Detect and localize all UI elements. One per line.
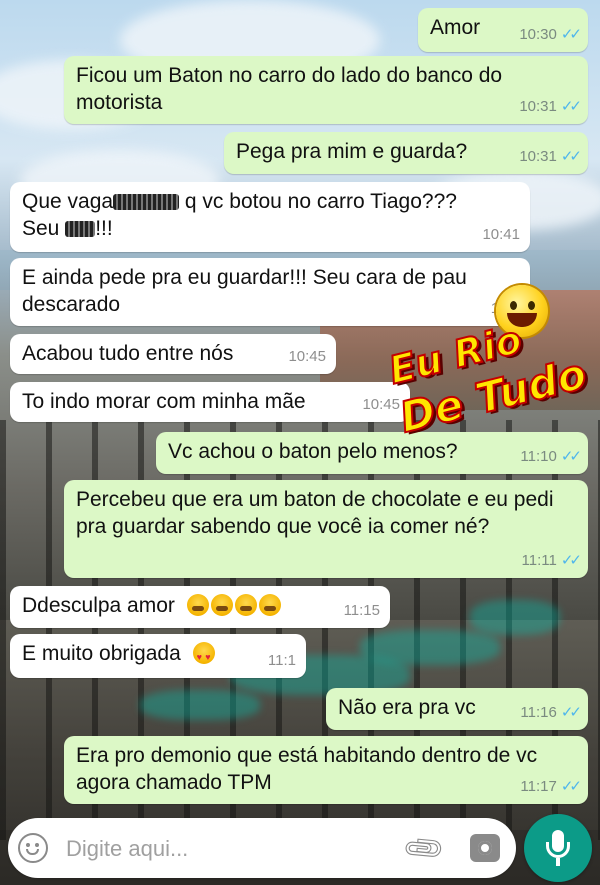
message-time: 10:41	[482, 226, 520, 243]
message-bubble-incoming[interactable]: Que vaga q vc botou no carro Tiago??? Seu…	[10, 182, 530, 252]
read-receipt-icon: ✓✓	[560, 448, 582, 465]
message-bubble-outgoing[interactable]: Amor 10:30 ✓✓	[418, 8, 588, 52]
read-receipt-icon: ✓✓	[560, 98, 582, 115]
message-bubble-outgoing[interactable]: Pega pra mim e guarda? 10:31 ✓✓	[224, 132, 588, 174]
heart-eyes-emoji	[192, 642, 215, 671]
message-text: Vc achou o baton pelo menos?	[168, 440, 458, 463]
message-time: 10:31	[519, 148, 557, 165]
message-text: Era pro demonio que está habitando dentr…	[76, 744, 538, 794]
message-time: 11:1	[267, 652, 296, 669]
message-meta: 10:31 ✓✓	[519, 143, 582, 170]
mic-button[interactable]	[524, 814, 592, 882]
read-receipt-icon: ✓✓	[560, 26, 582, 43]
message-text: Não era pra vc	[338, 696, 476, 719]
message-meta: 11:10 ✓✓	[520, 443, 582, 470]
read-receipt-icon: ✓✓	[560, 552, 582, 569]
message-text: To indo morar com minha mãe	[22, 390, 306, 413]
tired-face-emoji	[186, 594, 283, 617]
read-receipt-icon: ✓✓	[560, 704, 582, 721]
message-time: 11:10	[520, 448, 557, 465]
message-bubble-incoming[interactable]: Acabou tudo entre nós 10:45	[10, 334, 336, 374]
message-time: 10:30	[519, 26, 557, 43]
message-time: 11:11	[521, 552, 557, 569]
message-bubble-incoming[interactable]: To indo morar com minha mãe 10:45	[10, 382, 410, 422]
message-bubble-incoming[interactable]: E muito obrigada 11:1	[10, 634, 306, 678]
read-receipt-icon: ✓✓	[560, 778, 582, 795]
message-bubble-outgoing[interactable]: Vc achou o baton pelo menos? 11:10 ✓✓	[156, 432, 588, 474]
message-text: E muito obrigada	[22, 642, 181, 665]
message-text: Que vaga q vc botou no carro Tiago??? Seu…	[22, 190, 457, 240]
message-meta: 10:30 ✓✓	[519, 21, 582, 48]
message-time: 11:15	[343, 602, 380, 619]
read-receipt-icon: ✓✓	[560, 148, 582, 165]
message-text: Acabou tudo entre nós	[22, 342, 234, 365]
message-meta: 11:11 ✓✓	[521, 547, 582, 574]
message-meta: 11:16 ✓✓	[520, 699, 582, 726]
message-meta: 11:17 ✓✓	[520, 773, 582, 800]
message-time: 11:17	[520, 778, 557, 795]
censored-word	[65, 221, 96, 237]
message-bubble-outgoing[interactable]: Não era pra vc 11:16 ✓✓	[326, 688, 588, 730]
camera-icon[interactable]	[470, 834, 500, 862]
message-text: Ficou um Baton no carro do lado do banco…	[76, 64, 503, 114]
censored-word	[113, 194, 180, 210]
message-meta: 10:31 ✓✓	[519, 93, 582, 120]
message-text: Amor	[430, 16, 481, 39]
watermark-logo: Eu Rio De Tudo	[384, 285, 592, 443]
message-composer: 📎︎	[8, 818, 516, 878]
message-bubble-incoming[interactable]: Ddesculpa amor 11:15	[10, 586, 390, 628]
message-time: 10:31	[519, 98, 557, 115]
message-bubble-outgoing[interactable]: Era pro demonio que está habitando dentr…	[64, 736, 588, 804]
message-time: 11:16	[520, 704, 557, 721]
message-text: Pega pra mim e guarda?	[236, 140, 468, 163]
message-text: Percebeu que era um baton de chocolate e…	[76, 488, 554, 538]
attach-icon[interactable]: 📎︎	[400, 824, 448, 872]
message-input[interactable]	[64, 830, 388, 868]
message-text: Ddesculpa amor	[22, 594, 175, 617]
message-bubble-outgoing[interactable]: Ficou um Baton no carro do lado do banco…	[64, 56, 588, 124]
emoji-icon[interactable]	[18, 833, 48, 863]
message-bubble-outgoing[interactable]: Percebeu que era um baton de chocolate e…	[64, 480, 588, 578]
message-time: 10:45	[288, 348, 326, 365]
